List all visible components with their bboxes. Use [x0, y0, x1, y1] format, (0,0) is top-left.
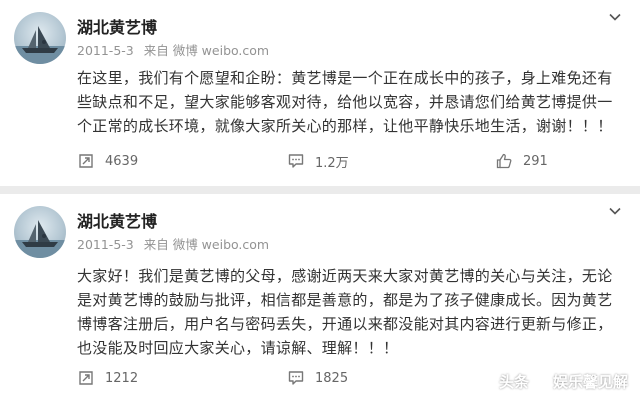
post-meta: 2011-5-3 来自 微博 weibo.com — [77, 234, 269, 253]
repost-count: 1212 — [105, 370, 139, 386]
post-date[interactable]: 2011-5-3 — [77, 43, 134, 58]
comment-count: 1825 — [315, 370, 349, 386]
post-text: 在这里，我们有个愿望和企盼：黄艺博是一个正在成长中的孩子，身上难免还有些缺点和不… — [77, 69, 613, 135]
weibo-post: 湖北黄艺博 2011-5-3 来自 微博 weibo.com 在这里，我们有个愿… — [0, 0, 640, 186]
post-date[interactable]: 2011-5-3 — [77, 237, 134, 252]
like-button[interactable]: 291 — [495, 150, 548, 172]
repost-button[interactable]: 4639 — [77, 150, 138, 172]
repost-button[interactable]: 1212 — [77, 367, 138, 389]
chevron-down-icon[interactable] — [608, 10, 622, 24]
post-meta: 2011-5-3 来自 微博 weibo.com — [77, 40, 269, 59]
post-source: 来自 微博 weibo.com — [143, 43, 270, 58]
avatar[interactable] — [14, 12, 66, 64]
comment-icon — [288, 371, 304, 385]
repost-count: 4639 — [105, 153, 139, 169]
chevron-down-icon[interactable] — [608, 204, 622, 218]
repost-icon — [79, 371, 93, 385]
avatar-image — [14, 26, 66, 64]
post-source: 来自 微博 weibo.com — [143, 237, 270, 252]
watermark-author: 娱乐馨见解 — [552, 373, 628, 391]
avatar-image — [14, 220, 66, 258]
thumbs-up-icon — [496, 153, 512, 169]
comment-icon — [288, 154, 304, 168]
user-name[interactable]: 湖北黄艺博 — [77, 14, 157, 38]
play-circle-icon — [532, 373, 549, 390]
watermark: 头条 娱乐馨见解 — [499, 371, 628, 392]
action-bar: 4639 1.2万 291 — [77, 150, 597, 172]
like-count: 291 — [523, 153, 548, 169]
comment-button[interactable]: 1825 — [287, 367, 348, 389]
post-text: 大家好！我们是黄艺博的父母，感谢近两天来大家对黄艺博的关心与关注，无论是对黄艺博… — [77, 267, 613, 357]
comment-count: 1.2万 — [315, 155, 349, 171]
user-name[interactable]: 湖北黄艺博 — [77, 208, 157, 232]
repost-icon — [79, 154, 93, 168]
watermark-prefix: 头条 — [498, 373, 529, 391]
avatar[interactable] — [14, 206, 66, 258]
comment-button[interactable]: 1.2万 — [287, 150, 349, 172]
